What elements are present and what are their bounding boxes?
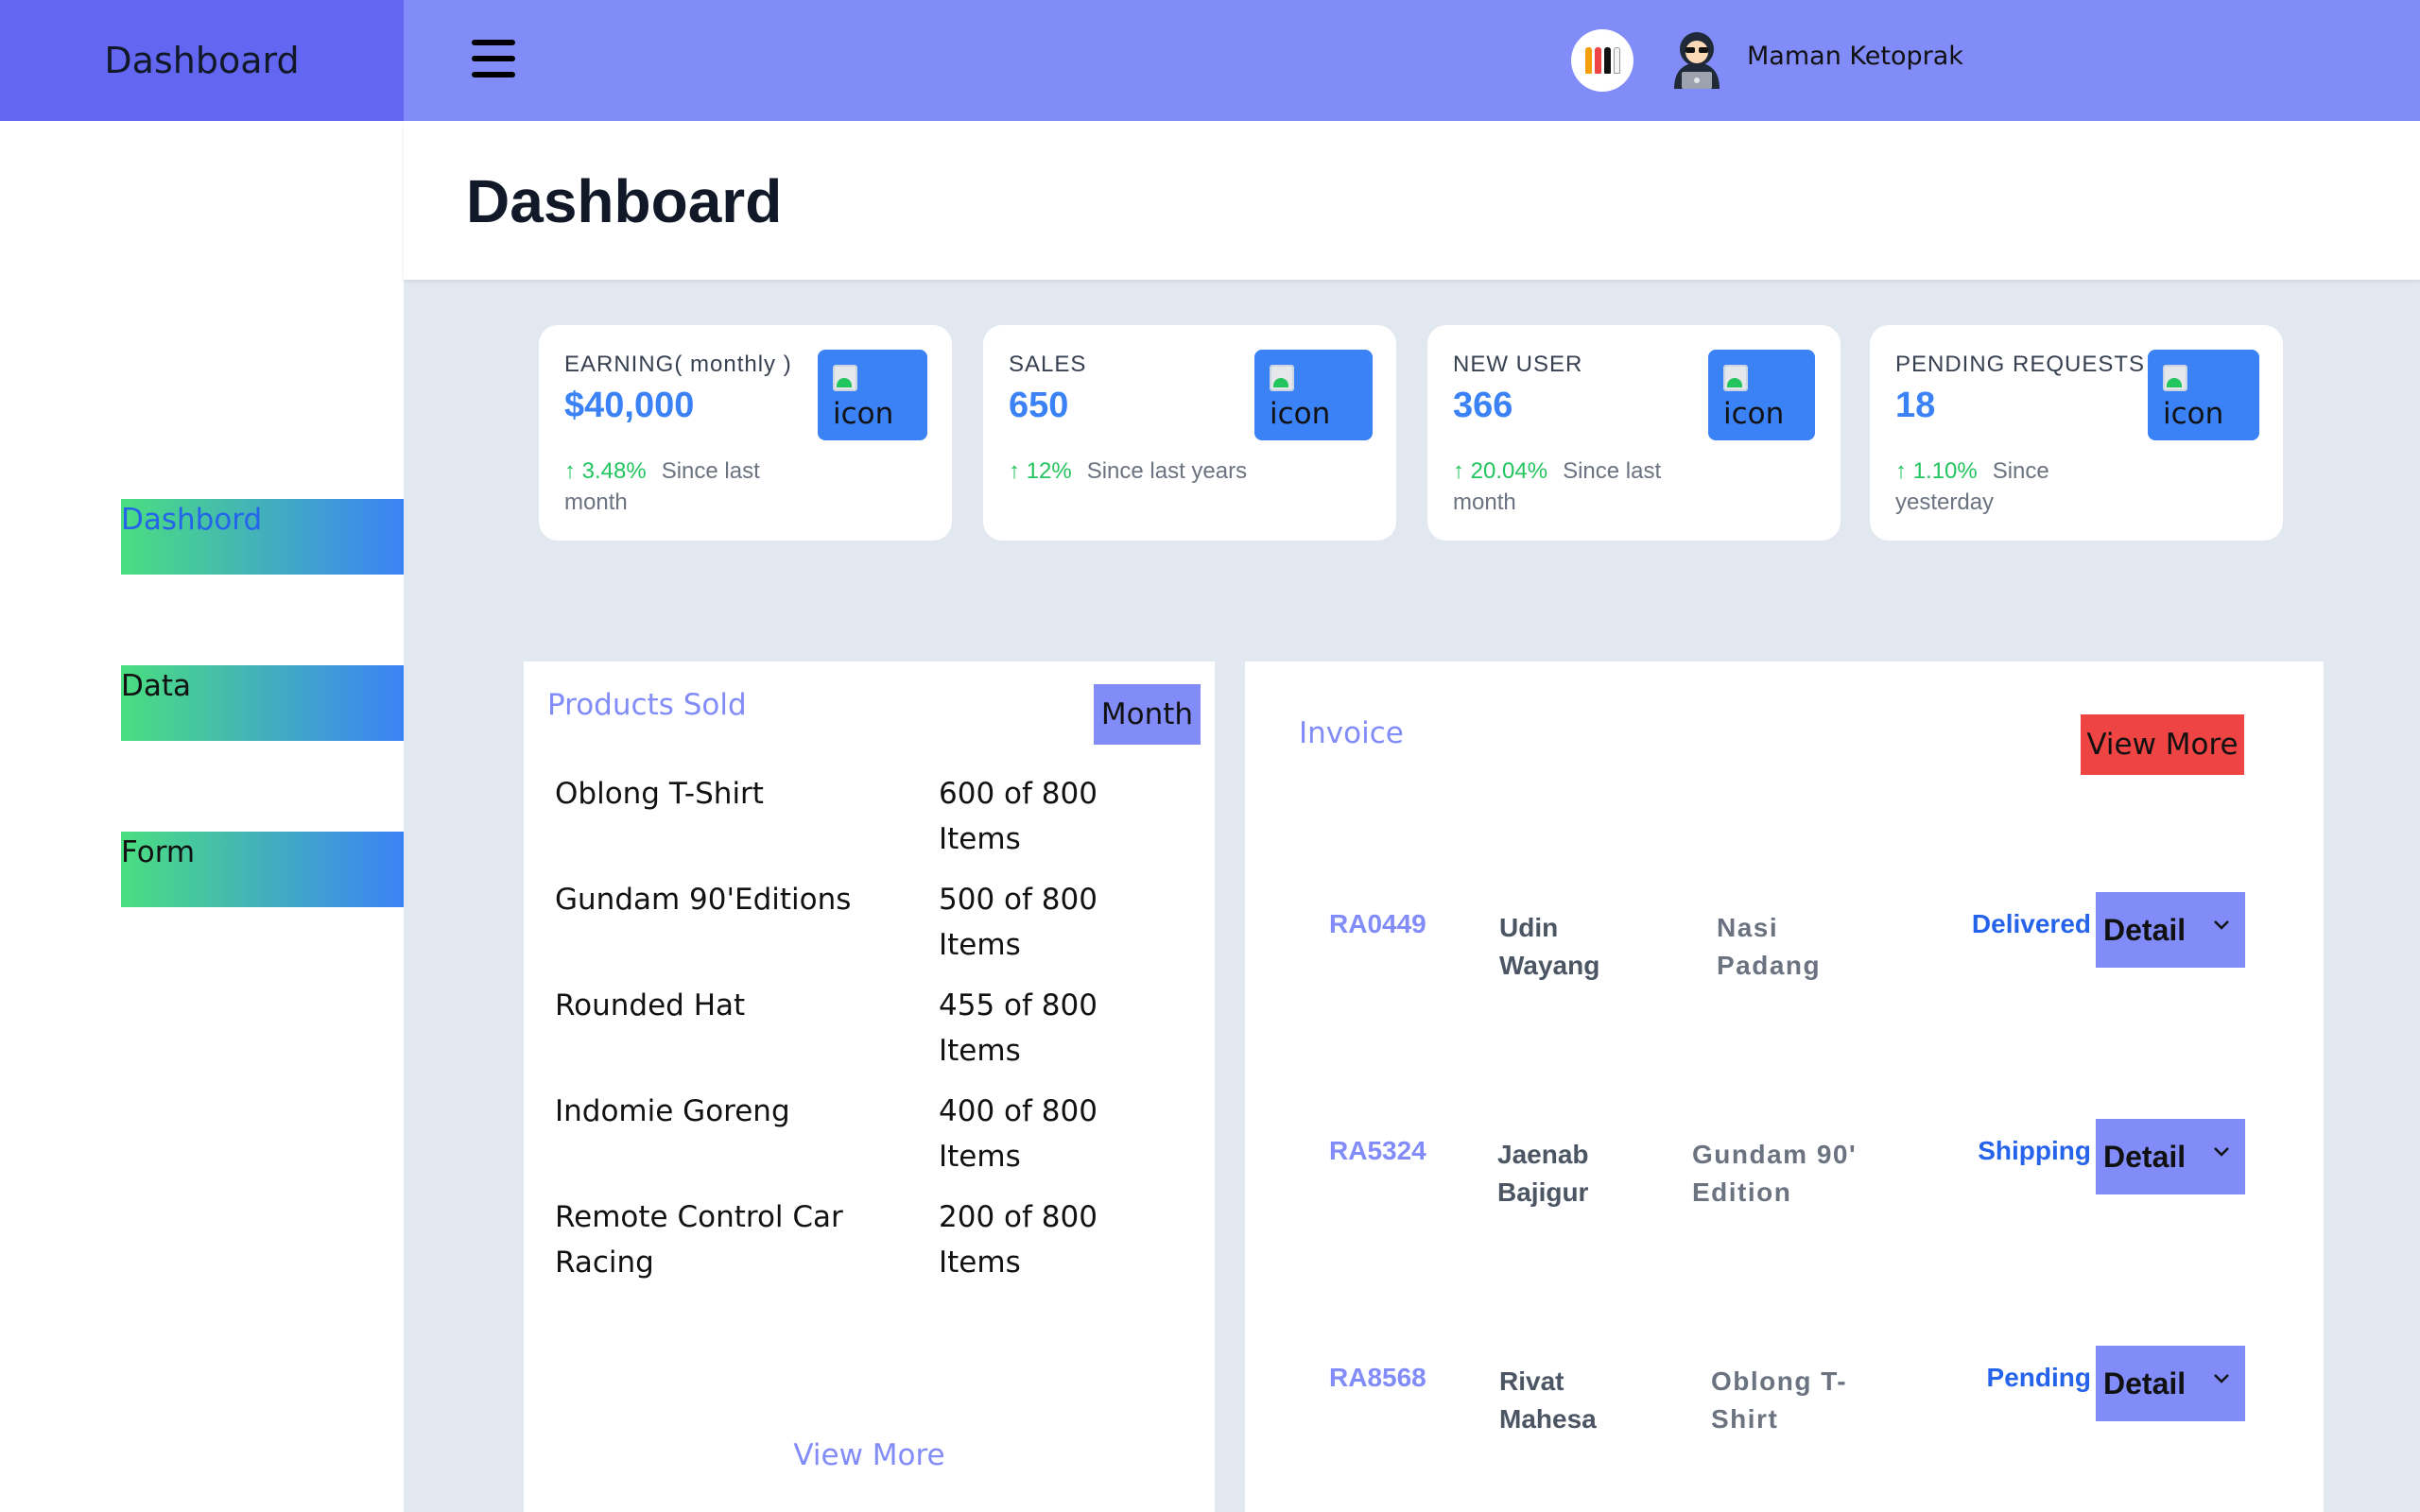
trend-up: ↑ 3.48%	[564, 458, 647, 484]
main-content: Dashboard EARNING( monthly ) $40,000 ico…	[404, 121, 2420, 1512]
sidebar-item-data[interactable]: Data	[121, 665, 404, 741]
invoice-id[interactable]: RA5324	[1329, 1136, 1426, 1166]
stat-change: ↑ 20.04% Since last month	[1453, 455, 1699, 518]
customer-name: Udin Wayang	[1499, 913, 1600, 980]
sidebar: Dashbord Data Form	[0, 121, 404, 1512]
stat-image-icon: icon	[818, 350, 927, 440]
sidebar-item-dashboard[interactable]: Dashbord	[121, 499, 404, 575]
brand-area: Dashboard	[0, 0, 404, 121]
product-quantity: 200 of 800 Items	[939, 1200, 1098, 1280]
month-filter-button[interactable]: Month	[1094, 684, 1201, 745]
stat-image-icon: icon	[1254, 350, 1373, 440]
stat-card-pending: PENDING REQUESTS 18 icon ↑ 1.10% Since ye…	[1870, 325, 2283, 541]
chevron-down-icon	[2214, 920, 2229, 930]
panel-title: Invoice	[1299, 716, 1404, 750]
trend-up: ↑ 20.04%	[1453, 458, 1548, 484]
stat-image-icon: icon	[1708, 350, 1815, 440]
product-name: Remote Control Car Racing	[555, 1200, 843, 1280]
products-sold-panel: Products Sold Month Oblong T-Shirt 600 o…	[524, 662, 1215, 1512]
invoice-id[interactable]: RA0449	[1329, 909, 1426, 939]
customer-name: Jaenab Bajigur	[1497, 1140, 1589, 1207]
status-badge: Shipping	[1978, 1136, 2091, 1165]
status-badge: Pending	[1986, 1363, 2091, 1392]
product-name: Rounded Hat	[555, 988, 746, 1022]
stat-value: 18	[1895, 386, 1936, 425]
stat-label: PENDING REQUESTS	[1895, 352, 2146, 377]
stat-card-new-user: NEW USER 366 icon ↑ 20.04% Since last mon…	[1427, 325, 1841, 541]
stat-value: $40,000	[564, 386, 695, 425]
stat-label: NEW USER	[1453, 352, 1583, 377]
invoice-panel: Invoice View More RA0449 Udin Wayang Nas…	[1245, 662, 2324, 1512]
detail-dropdown-button[interactable]: Detail	[2096, 1346, 2245, 1421]
stat-label: EARNING( monthly )	[564, 352, 792, 377]
product-name: Indomie Goreng	[555, 1094, 790, 1128]
product-name: Gundam 90'Editions	[555, 883, 852, 917]
page-header: Dashboard	[404, 121, 2420, 280]
username[interactable]: Maman Ketoprak	[1747, 42, 1963, 71]
table-row: RA0449 Udin Wayang Nasi Padang Delivered…	[1245, 892, 2324, 994]
hamburger-icon[interactable]	[472, 38, 517, 79]
stat-value: 650	[1009, 386, 1069, 425]
sidebar-item-label: Form	[121, 835, 196, 869]
product-quantity: 400 of 800 Items	[939, 1094, 1098, 1174]
detail-label: Detail	[2103, 1366, 2187, 1400]
brand-title: Dashboard	[104, 40, 300, 81]
stat-change: ↑ 1.10% Since yesterday	[1895, 455, 2084, 518]
detail-label: Detail	[2103, 1139, 2187, 1174]
stat-value: 366	[1453, 386, 1513, 425]
sidebar-item-label: Data	[121, 669, 192, 703]
invoice-product: Nasi Padang	[1717, 913, 1822, 980]
sidebar-item-form[interactable]: Form	[121, 832, 404, 907]
table-row: RA8568 Rivat Mahesa Oblong T-Shirt Pendi…	[1245, 1346, 2324, 1448]
stat-card-earning: EARNING( monthly ) $40,000 icon ↑ 3.48% S…	[539, 325, 952, 541]
product-name: Oblong T-Shirt	[555, 777, 764, 811]
stat-card-sales: SALES 650 icon ↑ 12% Since last years	[983, 325, 1396, 541]
table-row: RA5324 Jaenab Bajigur Gundam 90' Edition…	[1245, 1119, 2324, 1221]
panel-title: Products Sold	[547, 688, 747, 722]
sidebar-item-label: Dashbord	[121, 503, 263, 537]
avatar-icon[interactable]	[1667, 26, 1727, 93]
detail-dropdown-button[interactable]: Detail	[2096, 1119, 2245, 1194]
customer-name: Rivat Mahesa	[1499, 1366, 1597, 1434]
invoice-product: Gundam 90' Edition	[1692, 1140, 1858, 1207]
chevron-down-icon	[2214, 1374, 2229, 1383]
invoice-id[interactable]: RA8568	[1329, 1363, 1426, 1393]
stat-image-icon: icon	[2148, 350, 2259, 440]
invoice-product: Oblong T-Shirt	[1711, 1366, 1848, 1434]
stat-label: SALES	[1009, 352, 1087, 377]
product-quantity: 600 of 800 Items	[939, 777, 1098, 856]
status-badge: Delivered	[1971, 909, 2091, 938]
detail-dropdown-button[interactable]: Detail	[2096, 892, 2245, 968]
stat-change: ↑ 3.48% Since last month	[564, 455, 810, 518]
stat-change: ↑ 12% Since last years	[1009, 455, 1254, 487]
page-title: Dashboard	[466, 167, 783, 235]
brushes-logo-icon	[1571, 29, 1634, 92]
stat-note: Since last years	[1086, 458, 1248, 484]
trend-up: ↑ 1.10%	[1895, 458, 1978, 484]
products-view-more-link[interactable]: View More	[524, 1438, 1215, 1472]
chevron-down-icon	[2214, 1147, 2229, 1157]
invoice-view-more-button[interactable]: View More	[2081, 714, 2244, 775]
product-quantity: 500 of 800 Items	[939, 883, 1098, 962]
detail-label: Detail	[2103, 912, 2187, 947]
top-bar: Maman Ketoprak	[404, 0, 2420, 121]
product-quantity: 455 of 800 Items	[939, 988, 1098, 1068]
trend-up: ↑ 12%	[1009, 458, 1072, 484]
